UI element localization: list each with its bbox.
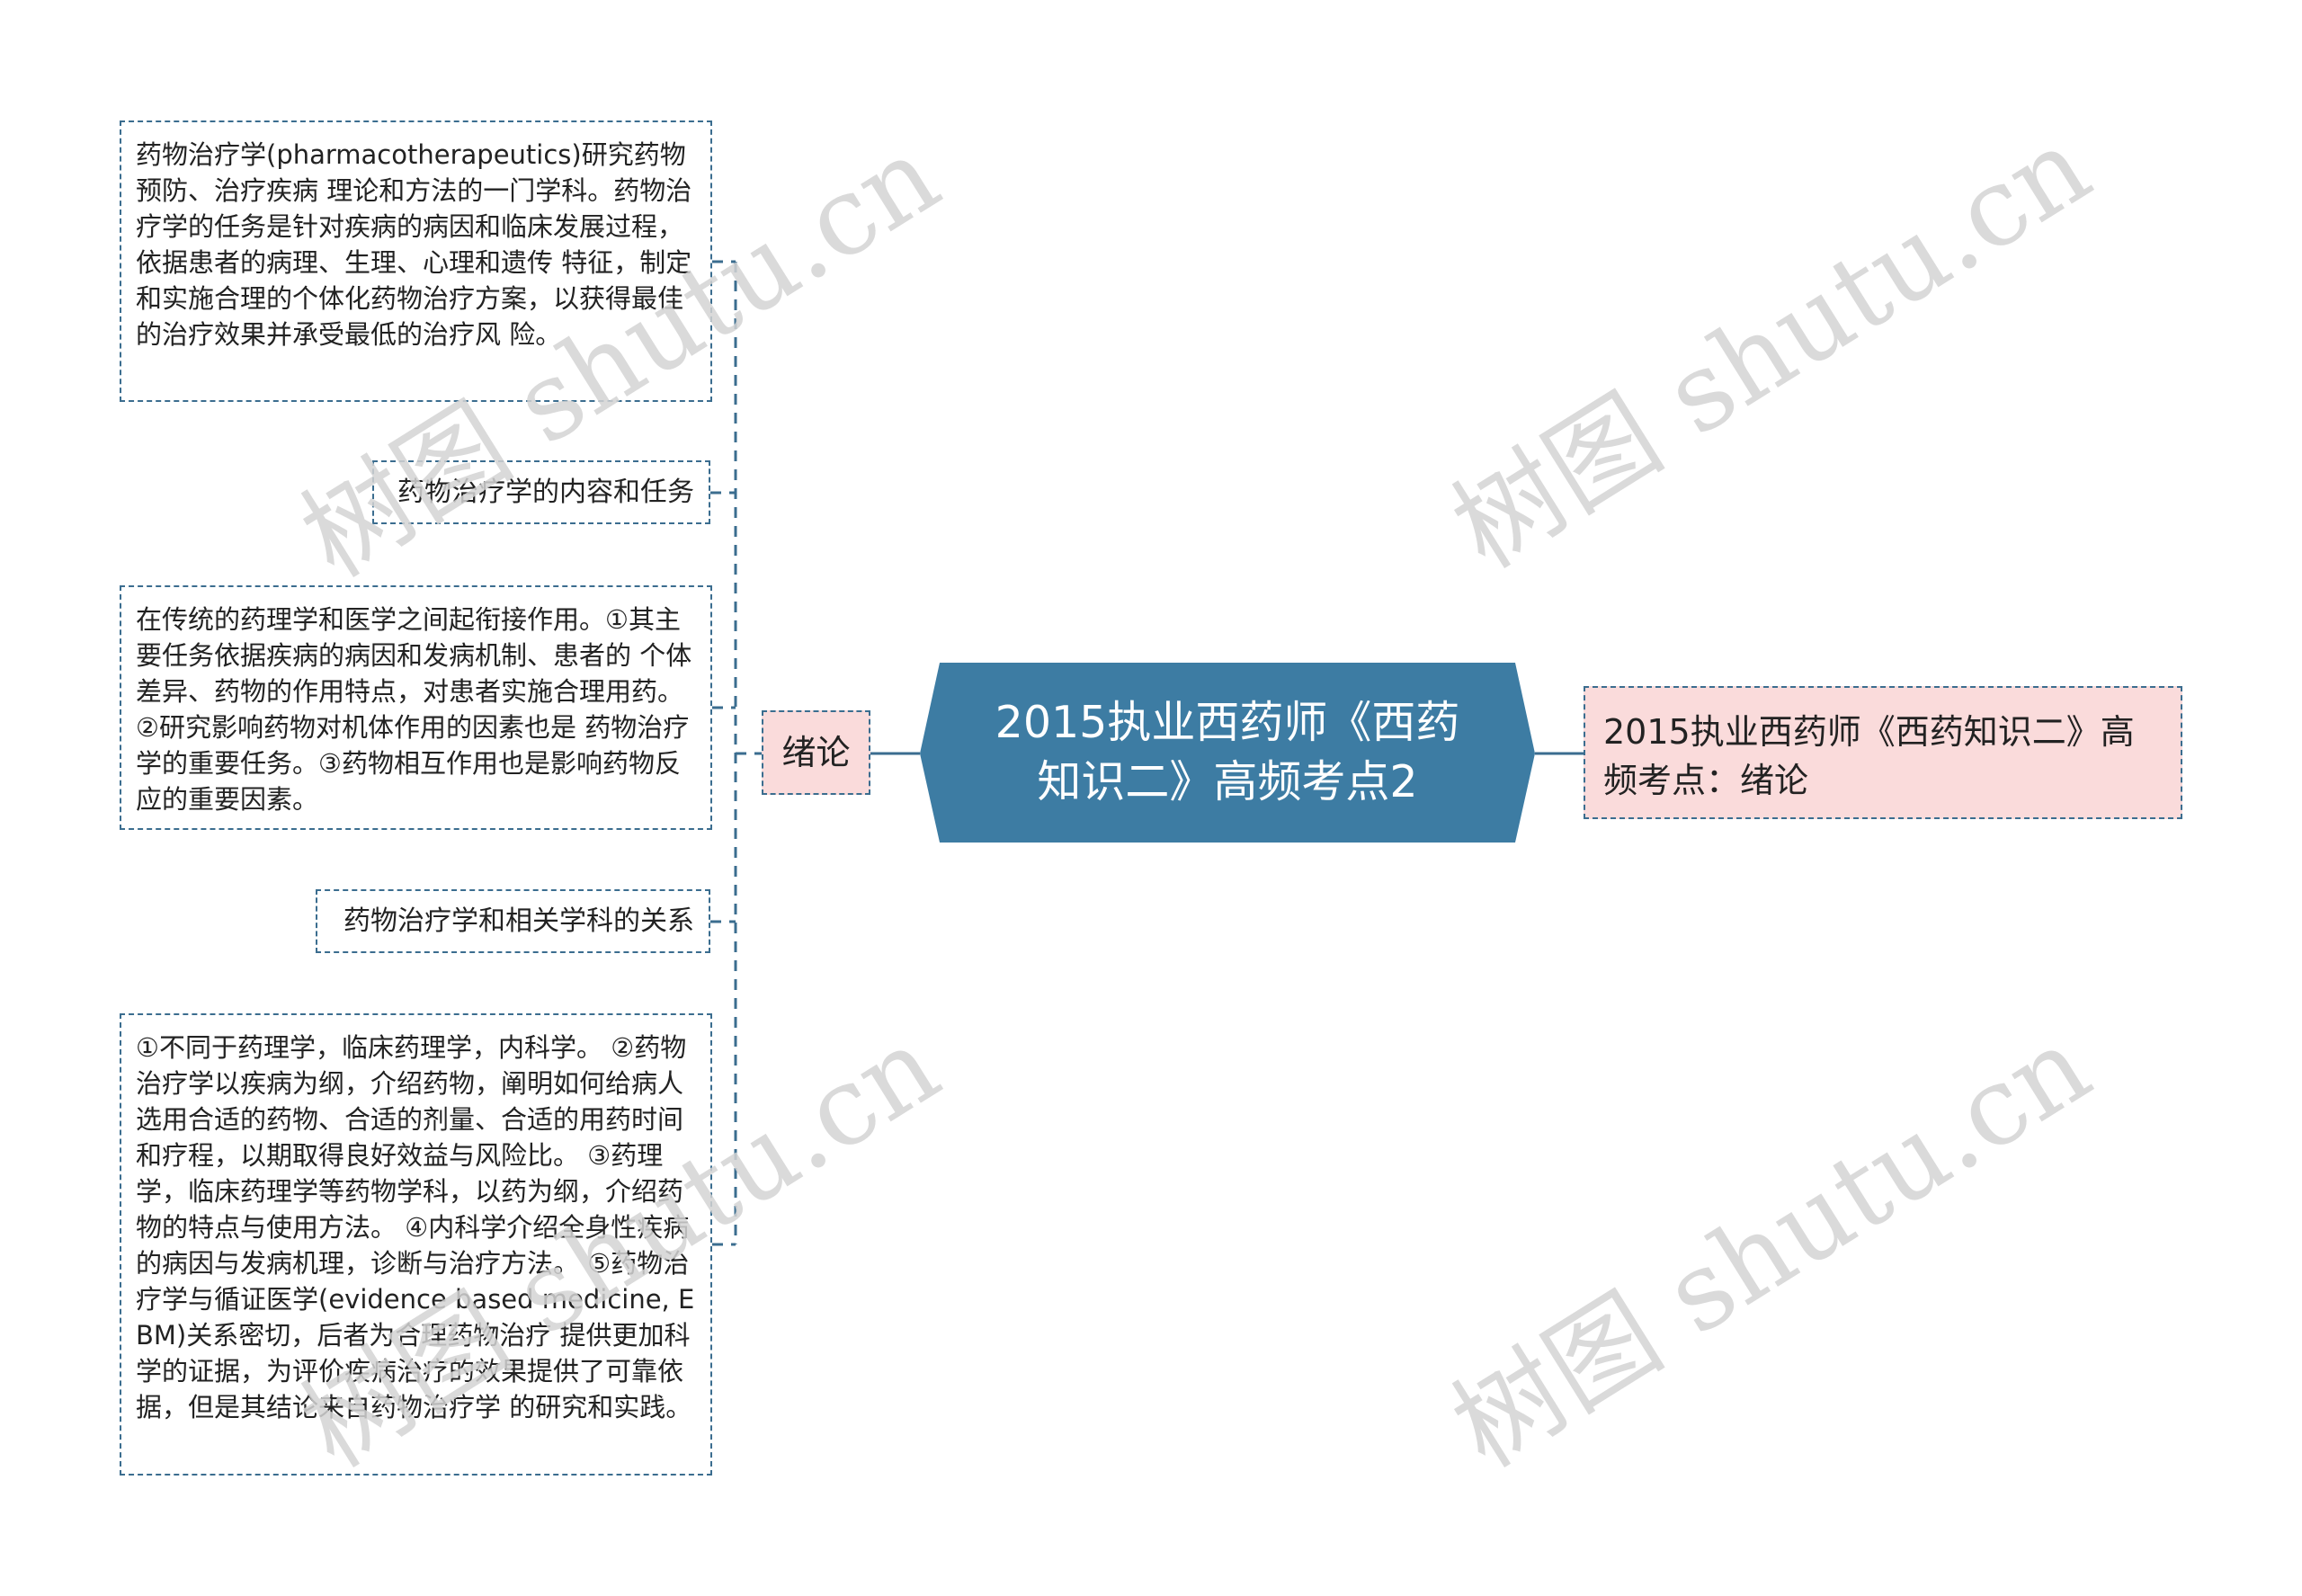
- detail-node-bridging-role[interactable]: 在传统的药理学和医学之间起衔接作用。①其主要任务依据疾病的病因和发病机制、患者的…: [120, 585, 712, 830]
- detail-text: ①不同于药理学，临床药理学，内科学。 ②药物治疗学以疾病为纲，介绍药物，阐明如何…: [136, 1032, 695, 1422]
- right-summary-node[interactable]: 2015执业西药师《西药知识二》高频考点：绪论: [1584, 686, 2182, 819]
- right-summary-text: 2015执业西药师《西药知识二》高频考点：绪论: [1603, 712, 2135, 800]
- branch-node-introduction[interactable]: 绪论: [762, 710, 870, 795]
- detail-node-pharmacotherapeutics-definition[interactable]: 药物治疗学(pharmacotherapeutics)研究药物预防、治疗疾病 理…: [120, 120, 712, 402]
- center-title: 2015执业西药师《西药知识二》高频考点2: [995, 697, 1460, 807]
- topic-node-content-and-tasks[interactable]: 药物治疗学的内容和任务: [372, 460, 710, 524]
- center-topic-node[interactable]: 2015执业西药师《西药知识二》高频考点2: [920, 663, 1535, 843]
- detail-text: 在传统的药理学和医学之间起衔接作用。①其主要任务依据疾病的病因和发病机制、患者的…: [136, 604, 692, 815]
- topic-text: 药物治疗学和相关学科的关系: [344, 905, 694, 937]
- detail-node-discipline-comparison[interactable]: ①不同于药理学，临床药理学，内科学。 ②药物治疗学以疾病为纲，介绍药物，阐明如何…: [120, 1013, 712, 1476]
- topic-node-related-disciplines[interactable]: 药物治疗学和相关学科的关系: [316, 889, 710, 953]
- topic-text: 药物治疗学的内容和任务: [397, 476, 694, 508]
- detail-text: 药物治疗学(pharmacotherapeutics)研究药物预防、治疗疾病 理…: [136, 139, 692, 350]
- branch-label: 绪论: [781, 733, 851, 772]
